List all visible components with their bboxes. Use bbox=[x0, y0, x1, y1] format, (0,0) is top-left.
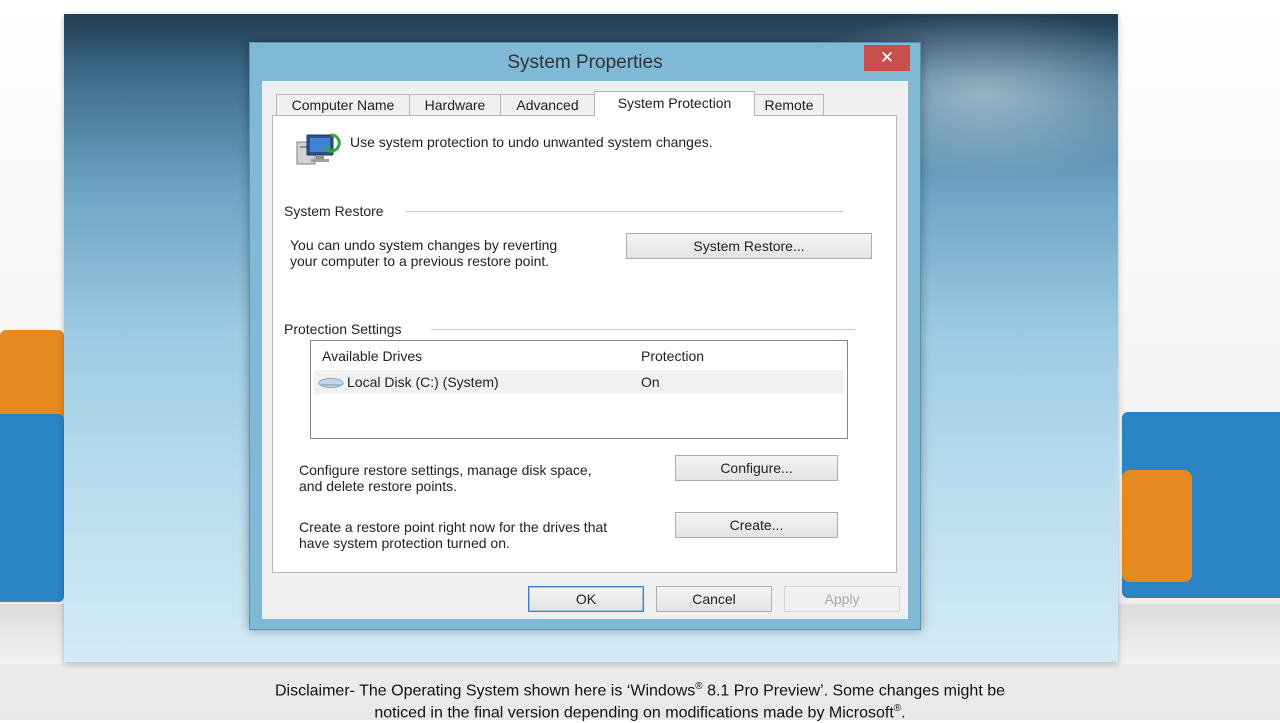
tab-hardware[interactable]: Hardware bbox=[409, 94, 501, 115]
column-header-available-drives[interactable]: Available Drives bbox=[322, 348, 422, 364]
disclaimer-caption: Disclaimer- The Operating System shown h… bbox=[0, 678, 1280, 723]
drive-protection-status: On bbox=[641, 374, 660, 390]
column-header-protection[interactable]: Protection bbox=[641, 348, 704, 364]
cancel-button[interactable]: Cancel bbox=[656, 586, 772, 612]
registered-mark: ® bbox=[695, 681, 703, 692]
system-protection-icon bbox=[296, 133, 341, 165]
disclaimer-text-1a: Disclaimer- The Operating System shown h… bbox=[274, 682, 696, 700]
system-restore-button[interactable]: System Restore... bbox=[626, 233, 872, 259]
disclaimer-text-2: noticed in the final version depending o… bbox=[374, 704, 894, 722]
divider bbox=[431, 329, 855, 330]
disclaimer-line-1: Disclaimer- The Operating System shown h… bbox=[0, 678, 1280, 700]
tab-advanced[interactable]: Advanced bbox=[500, 94, 595, 115]
tab-remote[interactable]: Remote bbox=[754, 94, 824, 115]
disclaimer-line-2: noticed in the final version depending o… bbox=[0, 700, 1280, 722]
table-row[interactable]: Local Disk (C:) (System) On bbox=[314, 370, 844, 394]
dialog-client: Computer Name Hardware Advanced System P… bbox=[262, 81, 908, 619]
drive-icon bbox=[318, 378, 344, 388]
system-protection-panel: Use system protection to undo unwanted s… bbox=[272, 115, 897, 573]
system-restore-description-1: You can undo system changes by reverting bbox=[290, 237, 558, 253]
protection-settings-heading: Protection Settings bbox=[284, 321, 402, 337]
orange-chair-left bbox=[0, 330, 64, 422]
tab-computer-name[interactable]: Computer Name bbox=[276, 94, 410, 115]
system-properties-window: System Properties ✕ Computer Name Hardwa… bbox=[249, 42, 921, 630]
create-description-1: Create a restore point right now for the… bbox=[299, 519, 608, 535]
tab-system-protection[interactable]: System Protection bbox=[594, 91, 755, 116]
close-button[interactable]: ✕ bbox=[864, 45, 910, 71]
system-restore-description-2: your computer to a previous restore poin… bbox=[290, 253, 550, 269]
drive-name: Local Disk (C:) (System) bbox=[347, 374, 499, 390]
system-restore-heading: System Restore bbox=[284, 203, 384, 219]
blue-chair-left bbox=[0, 414, 64, 602]
available-drives-list[interactable]: Available Drives Protection Local Disk (… bbox=[310, 340, 848, 439]
create-description-2: have system protection turned on. bbox=[299, 535, 510, 551]
ok-button[interactable]: OK bbox=[528, 586, 644, 612]
window-title: System Properties bbox=[507, 52, 663, 73]
configure-description-2: and delete restore points. bbox=[299, 478, 457, 494]
apply-button[interactable]: Apply bbox=[784, 586, 900, 612]
disclaimer-text-1b: 8.1 Pro Preview’. Some changes might be bbox=[702, 682, 1006, 700]
orange-chair-right bbox=[1122, 470, 1192, 582]
divider bbox=[406, 211, 843, 212]
create-button[interactable]: Create... bbox=[675, 512, 838, 538]
disclaimer-text-2-end: . bbox=[901, 704, 906, 722]
configure-description-1: Configure restore settings, manage disk … bbox=[299, 462, 592, 478]
configure-button[interactable]: Configure... bbox=[675, 455, 838, 481]
intro-text: Use system protection to undo unwanted s… bbox=[350, 134, 713, 150]
